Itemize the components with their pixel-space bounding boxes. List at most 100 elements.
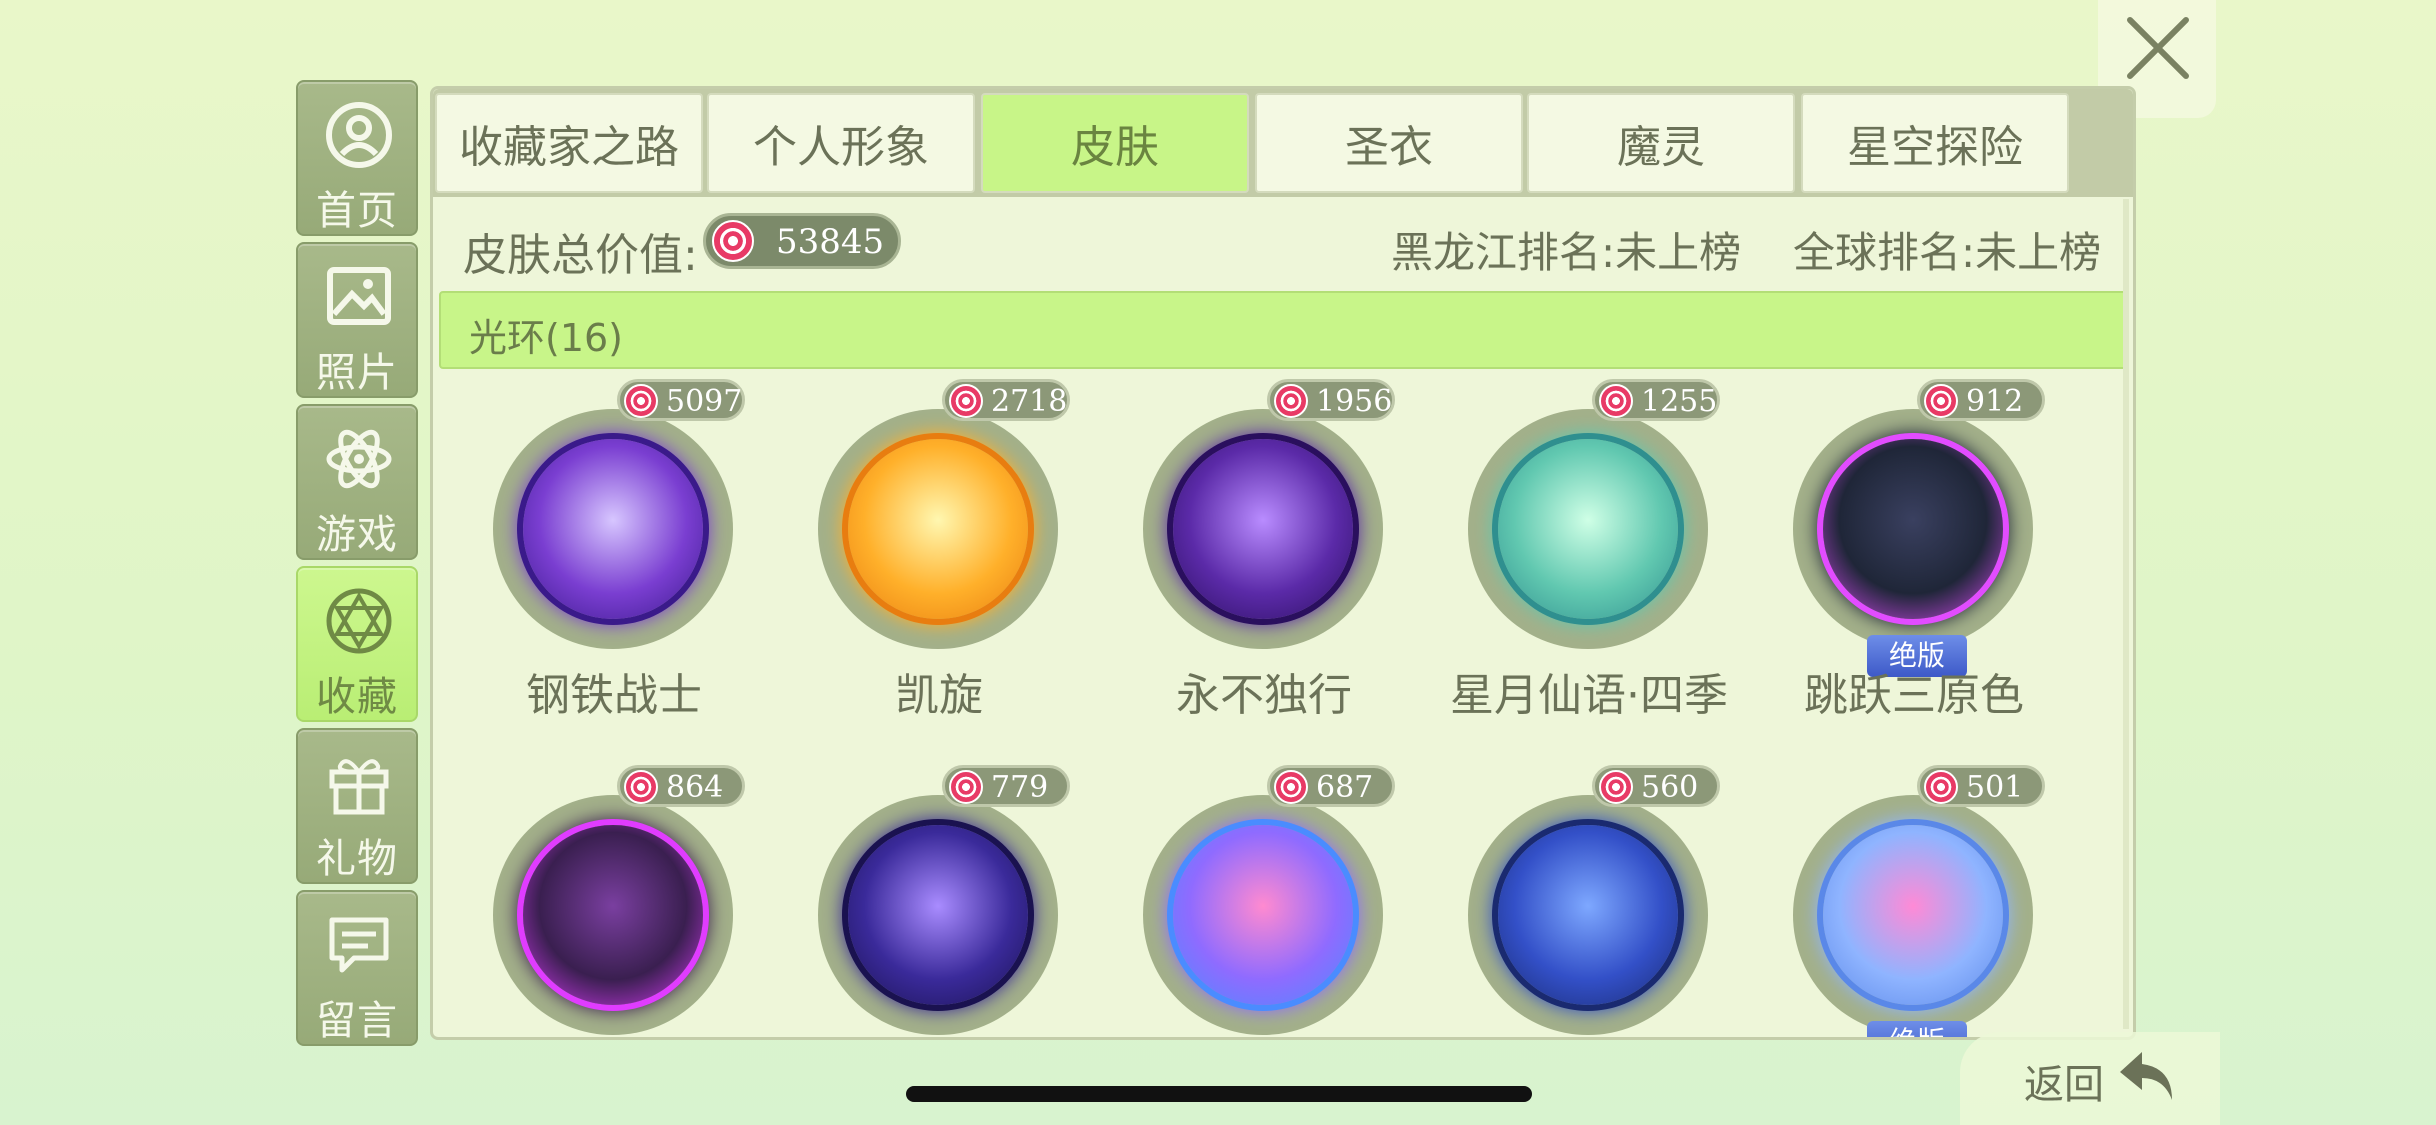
nav-label-home: 首页	[316, 188, 398, 234]
halo-name: 钢铁战士	[526, 670, 702, 721]
section-title: 光环(16)	[469, 316, 624, 360]
lollipop-currency-icon	[1599, 770, 1633, 804]
home-icon	[326, 102, 392, 168]
halo-item[interactable]: 779	[774, 759, 1094, 1037]
halo-item[interactable]: 501 绝版	[1749, 759, 2069, 1037]
lollipop-currency-icon	[949, 384, 983, 418]
tab-star-adventure[interactable]: 星空探险	[1801, 93, 2069, 193]
section-header-halo[interactable]: 光环(16)	[439, 291, 2127, 369]
halo-orb	[1173, 825, 1353, 1005]
price-tag: 501	[1917, 765, 2045, 807]
tab-personal-image[interactable]: 个人形象	[707, 93, 975, 193]
halo-preview	[1793, 409, 2033, 649]
back-button[interactable]: 返回	[1960, 1032, 2220, 1125]
halo-item[interactable]: 1956 永不独行	[1099, 373, 1419, 733]
halo-preview	[1143, 409, 1383, 649]
halo-preview	[493, 795, 733, 1035]
halo-item[interactable]: 2718 凯旋	[774, 373, 1094, 733]
nav-label-collection: 收藏	[316, 674, 398, 720]
halo-preview	[1468, 409, 1708, 649]
price-tag: 912	[1917, 379, 2045, 421]
tab-holy-cloth[interactable]: 圣衣	[1255, 93, 1523, 193]
back-label: 返回	[2024, 1062, 2104, 1108]
total-value: 53845	[776, 222, 885, 262]
halo-orb	[1498, 825, 1678, 1005]
lollipop-currency-icon	[712, 220, 754, 262]
nav-item-game[interactable]: 游戏	[296, 404, 418, 560]
message-icon	[329, 917, 389, 973]
lollipop-currency-icon	[1599, 384, 1633, 418]
lollipop-currency-icon	[1924, 384, 1958, 418]
halo-orb	[523, 439, 703, 619]
total-value-label: 皮肤总价值:	[463, 230, 698, 281]
price-value: 687	[1316, 770, 1374, 805]
price-tag: 560	[1592, 765, 1720, 807]
halo-preview	[493, 409, 733, 649]
price-value: 2718	[991, 384, 1068, 419]
price-tag: 1255	[1592, 379, 1720, 421]
collection-panel: 收藏家之路 个人形象 皮肤 圣衣 魔灵 星空探险 皮肤总价值: 53845 黑龙…	[430, 86, 2136, 1040]
halo-item[interactable]: 560	[1424, 759, 1744, 1037]
return-arrow-icon	[2120, 1052, 2172, 1100]
halo-orb	[848, 825, 1028, 1005]
nav-item-collection[interactable]: 收藏	[296, 566, 418, 722]
lollipop-currency-icon	[1924, 770, 1958, 804]
halo-orb	[1173, 439, 1353, 619]
lollipop-currency-icon	[1274, 770, 1308, 804]
close-icon	[2127, 17, 2189, 79]
halo-item[interactable]: 687	[1099, 759, 1419, 1037]
price-value: 501	[1966, 770, 2024, 805]
nav-label-game: 游戏	[316, 512, 398, 558]
halo-item[interactable]: 864	[449, 759, 769, 1037]
halo-name: 凯旋	[895, 670, 983, 721]
home-indicator	[906, 1086, 1532, 1102]
price-value: 864	[666, 770, 724, 805]
nav-item-home[interactable]: 首页	[296, 80, 418, 236]
price-tag: 687	[1267, 765, 1395, 807]
halo-name: 永不独行	[1176, 670, 1352, 721]
halo-item[interactable]: 5097 钢铁战士	[449, 373, 769, 733]
price-value: 560	[1641, 770, 1699, 805]
nav-item-photo[interactable]: 照片	[296, 242, 418, 398]
nav-label-gift: 礼物	[316, 836, 398, 882]
scrollbar[interactable]	[2123, 199, 2129, 1029]
price-tag: 1956	[1267, 379, 1395, 421]
lollipop-currency-icon	[624, 770, 658, 804]
halo-item[interactable]: 912 绝版 跳跃三原色	[1749, 373, 2069, 733]
nav-item-message[interactable]: 留言	[296, 890, 418, 1046]
price-tag: 2718	[942, 379, 1070, 421]
halo-orb	[848, 439, 1028, 619]
collection-icon	[326, 588, 392, 654]
discontinued-badge: 绝版	[1867, 1021, 1967, 1037]
skin-info-bar: 皮肤总价值: 53845 黑龙江排名:未上榜 全球排名:未上榜	[433, 197, 2133, 289]
atom-icon	[326, 429, 392, 489]
nav-label-message: 留言	[316, 998, 398, 1044]
tab-collector-road[interactable]: 收藏家之路	[435, 93, 703, 193]
price-value: 779	[991, 770, 1049, 805]
halo-orb	[523, 825, 703, 1005]
photo-icon	[327, 267, 391, 325]
nav-item-gift[interactable]: 礼物	[296, 728, 418, 884]
halo-orb	[1498, 439, 1678, 619]
lollipop-currency-icon	[1274, 384, 1308, 418]
lollipop-currency-icon	[949, 770, 983, 804]
halo-preview	[1793, 795, 2033, 1035]
price-tag: 779	[942, 765, 1070, 807]
halo-name: 星月仙语·四季	[1450, 670, 1728, 721]
halo-preview	[818, 409, 1058, 649]
tab-skin[interactable]: 皮肤	[981, 93, 1249, 193]
gift-icon	[329, 759, 389, 815]
tab-demon-spirit[interactable]: 魔灵	[1527, 93, 1795, 193]
halo-item[interactable]: 1255 星月仙语·四季	[1424, 373, 1744, 733]
halo-grid: 5097 钢铁战士 2718 凯旋 1956 永不独行 1255 星月仙语·四季…	[439, 373, 2127, 1037]
price-value: 1255	[1641, 384, 1718, 419]
halo-preview	[818, 795, 1058, 1035]
halo-preview	[1468, 795, 1708, 1035]
region-rank: 黑龙江排名:未上榜	[1391, 228, 1742, 277]
total-value-pill: 53845	[703, 213, 901, 269]
price-value: 912	[1966, 384, 2024, 419]
price-tag: 864	[617, 765, 745, 807]
halo-orb	[1823, 825, 2003, 1005]
lollipop-currency-icon	[624, 384, 658, 418]
halo-orb	[1823, 439, 2003, 619]
